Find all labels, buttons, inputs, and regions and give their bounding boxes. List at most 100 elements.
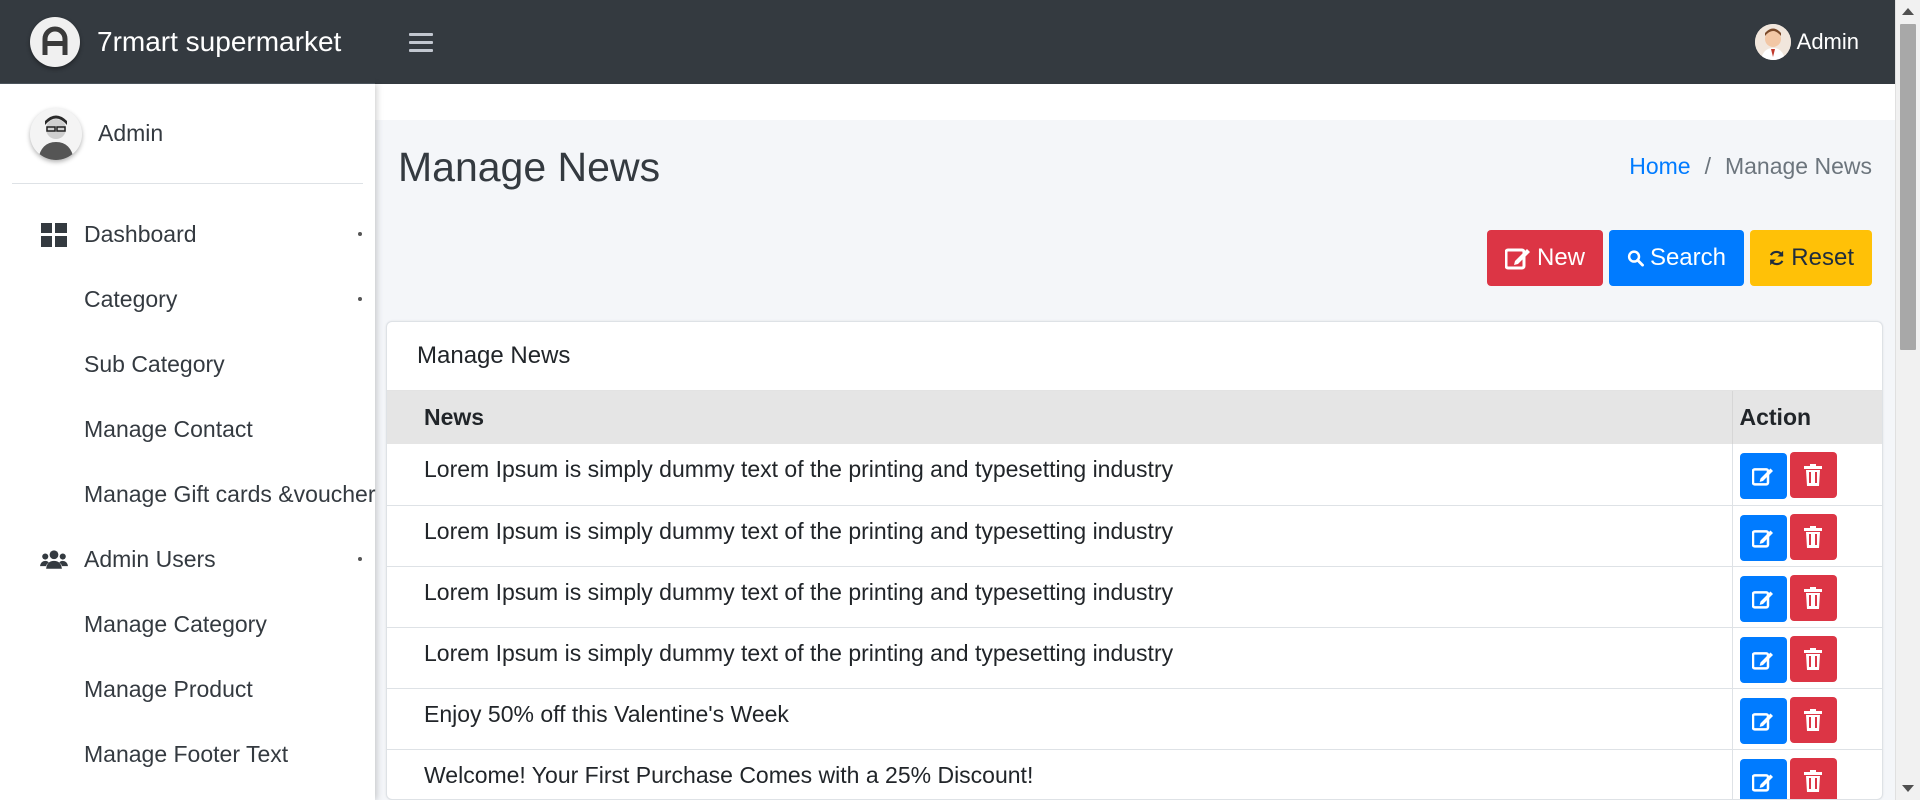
news-text: Lorem Ipsum is simply dummy text of the … <box>424 456 1174 482</box>
refresh-icon <box>1769 250 1784 266</box>
sidebar-item-label: Sub Category <box>84 351 225 377</box>
page-title: Manage News <box>398 144 661 190</box>
sidebar: Admin Dashboard Category Sub Category Ma… <box>0 84 375 800</box>
news-text: Enjoy 50% off this Valentine's Week <box>424 700 789 727</box>
sidebar-item-label: Category <box>84 286 178 312</box>
action-cell <box>1731 627 1882 688</box>
action-cell <box>1731 688 1882 749</box>
sidebar-item-label: Admin Users <box>84 546 216 572</box>
action-cell <box>1731 505 1882 566</box>
delete-button[interactable] <box>1789 635 1837 682</box>
action-cell <box>1731 749 1882 799</box>
search-icon <box>1627 250 1644 267</box>
news-table: News Action Lorem Ipsum is simply dummy … <box>387 391 1882 799</box>
sidebar-item-manage-category[interactable]: Manage Category <box>0 592 375 657</box>
sidebar-item-gift-cards[interactable]: Manage Gift cards &voucher <box>0 462 375 527</box>
sidebar-item-label: Manage Footer Text <box>84 741 289 767</box>
edit-button[interactable] <box>1739 514 1787 561</box>
news-text: Lorem Ipsum is simply dummy text of the … <box>424 517 1174 544</box>
sidebar-menu: Dashboard Category Sub Category Manage C… <box>0 202 375 787</box>
news-text: Welcome! Your First Purchase Comes with … <box>424 761 1034 788</box>
top-navbar: Admin <box>375 0 1895 84</box>
reset-button-label: Reset <box>1791 244 1854 271</box>
toolbar: New Search Reset <box>1487 230 1872 286</box>
table-row: Lorem Ipsum is simply dummy text of the … <box>387 444 1882 505</box>
scrollbar-thumb[interactable] <box>1900 24 1916 350</box>
trash-icon <box>1804 708 1822 731</box>
sidebar-item-label: Manage Category <box>84 611 267 637</box>
table-row: Welcome! Your First Purchase Comes with … <box>387 749 1882 799</box>
column-header-news: News <box>424 404 485 430</box>
sidebar-item-manage-contact[interactable]: Manage Contact <box>0 397 375 462</box>
sidebar-item-label: Manage Product <box>84 676 253 702</box>
trash-icon <box>1804 464 1822 486</box>
edit-button[interactable] <box>1739 575 1787 622</box>
avatar <box>30 107 82 160</box>
trash-icon <box>1804 525 1822 548</box>
search-button-label: Search <box>1649 244 1726 271</box>
brand-name: 7rmart supermarket <box>97 25 342 57</box>
delete-button[interactable] <box>1789 757 1837 799</box>
edit-icon <box>1752 468 1773 486</box>
sidebar-item-manage-product[interactable]: Manage Product <box>0 657 375 722</box>
users-icon <box>40 546 68 574</box>
new-button[interactable]: New <box>1487 230 1603 286</box>
new-button-label: New <box>1536 244 1585 271</box>
scroll-up-arrow-icon[interactable] <box>1902 8 1914 15</box>
delete-button[interactable] <box>1789 696 1837 743</box>
sidebar-item-label: Manage Gift cards &voucher <box>84 481 376 507</box>
caret-icon <box>358 232 362 236</box>
edit-button[interactable] <box>1739 758 1787 799</box>
page-scrollbar[interactable] <box>1895 0 1920 800</box>
sidebar-item-label: Manage Contact <box>84 416 253 442</box>
sidebar-item-category[interactable]: Category <box>0 267 375 332</box>
delete-button[interactable] <box>1789 513 1837 560</box>
sidebar-item-dashboard[interactable]: Dashboard <box>0 202 375 267</box>
edit-icon <box>1505 248 1530 270</box>
caret-icon <box>358 297 362 301</box>
table-row: Lorem Ipsum is simply dummy text of the … <box>387 505 1882 566</box>
trash-icon <box>1804 586 1822 609</box>
table-row: Enjoy 50% off this Valentine's Week <box>387 688 1882 749</box>
search-button[interactable]: Search <box>1609 230 1744 286</box>
sidebar-item-label: Dashboard <box>84 221 197 247</box>
breadcrumb-home-link[interactable]: Home <box>1629 153 1690 180</box>
card-title: Manage News <box>387 322 1882 391</box>
trash-icon <box>1804 647 1822 670</box>
brand-link[interactable]: 7rmart supermarket <box>0 0 375 84</box>
sidebar-item-sub-category[interactable]: Sub Category <box>0 332 375 397</box>
navbar-avatar <box>1754 24 1791 60</box>
dashboard-icon <box>40 221 68 249</box>
action-cell <box>1731 444 1882 505</box>
news-text: Lorem Ipsum is simply dummy text of the … <box>424 639 1174 666</box>
delete-button[interactable] <box>1789 574 1837 621</box>
navbar-user-name: Admin <box>1796 29 1859 54</box>
sidebar-item-manage-footer-text[interactable]: Manage Footer Text <box>0 722 375 787</box>
table-header-row: News Action <box>387 391 1882 444</box>
table-row: Lorem Ipsum is simply dummy text of the … <box>387 566 1882 627</box>
logo-a-icon <box>30 16 80 67</box>
delete-button[interactable] <box>1789 452 1837 498</box>
breadcrumb-separator: / <box>1704 153 1711 179</box>
sidebar-user-panel[interactable]: Admin <box>12 84 363 184</box>
scroll-down-arrow-icon[interactable] <box>1902 785 1914 792</box>
reset-button[interactable]: Reset <box>1750 230 1872 286</box>
edit-icon <box>1752 590 1773 609</box>
navbar-user-menu[interactable]: Admin <box>1754 24 1859 60</box>
column-header-action: Action <box>1731 391 1882 444</box>
content-top-strip <box>375 84 1895 120</box>
hamburger-icon[interactable] <box>409 32 433 52</box>
sidebar-item-admin-users[interactable]: Admin Users <box>0 527 375 592</box>
news-text: Lorem Ipsum is simply dummy text of the … <box>424 578 1174 605</box>
edit-icon <box>1752 529 1773 548</box>
edit-icon <box>1752 773 1773 792</box>
edit-icon <box>1752 651 1773 670</box>
edit-button[interactable] <box>1739 697 1787 744</box>
edit-button[interactable] <box>1739 453 1787 499</box>
breadcrumb-current: Manage News <box>1724 153 1872 179</box>
sidebar-user-name: Admin <box>98 120 164 146</box>
edit-button[interactable] <box>1739 636 1787 683</box>
trash-icon <box>1804 769 1822 792</box>
caret-icon <box>358 557 362 561</box>
table-row: Lorem Ipsum is simply dummy text of the … <box>387 627 1882 688</box>
